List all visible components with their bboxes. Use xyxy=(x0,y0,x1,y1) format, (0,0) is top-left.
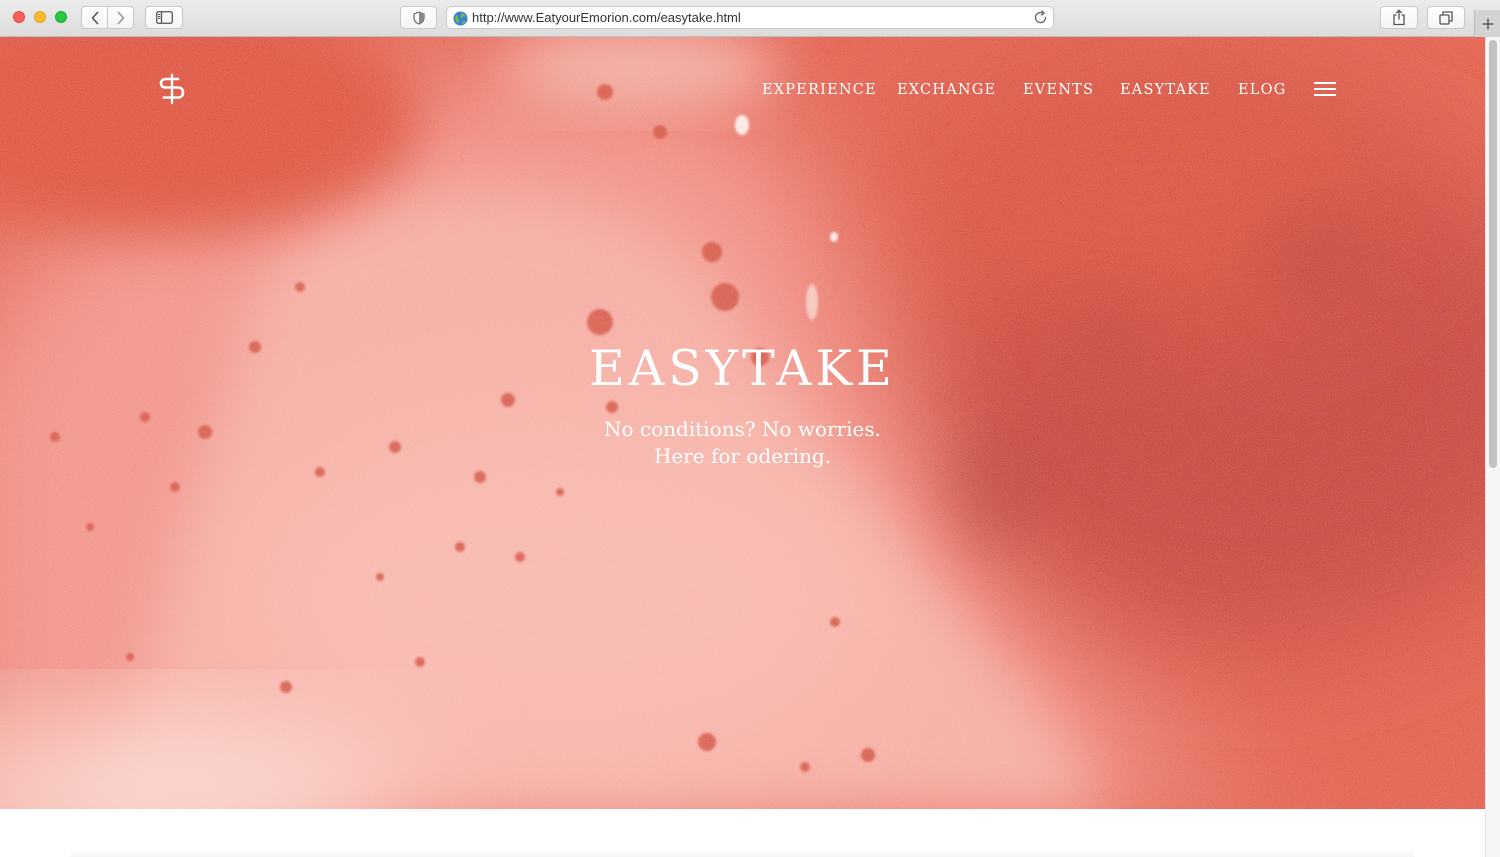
sidebar-toggle-button[interactable] xyxy=(145,6,183,29)
hamburger-line xyxy=(1314,82,1336,84)
below-fold-content xyxy=(0,809,1485,857)
back-button[interactable] xyxy=(81,6,108,29)
hero-subtitle-line-1: No conditions? No worries. xyxy=(604,417,881,441)
minimize-window-button[interactable] xyxy=(34,11,46,23)
hero-title: EASYTAKE xyxy=(589,340,896,397)
nav-item-elog[interactable]: ELOG xyxy=(1238,79,1286,101)
hamburger-line xyxy=(1314,88,1336,90)
hamburger-line xyxy=(1314,94,1336,96)
scrollbar-thumb[interactable] xyxy=(1489,40,1497,468)
browser-window: http://www.EatyourEmorion.com/easytake.h… xyxy=(0,0,1500,857)
tabs-overview-icon xyxy=(1439,10,1453,25)
main-nav: EXPERIENCE EXCHANGE EVENTS EASYTAKE ELOG xyxy=(0,79,1485,101)
globe-icon xyxy=(453,11,468,26)
share-icon xyxy=(1393,9,1405,26)
content-card-edge xyxy=(70,849,1415,857)
address-bar[interactable]: http://www.EatyourEmorion.com/easytake.h… xyxy=(446,6,1054,29)
hero-subtitle-line-2: Here for odering. xyxy=(653,444,832,468)
close-window-button[interactable] xyxy=(13,11,25,23)
chevron-left-icon xyxy=(91,11,98,24)
tab-overview-button[interactable] xyxy=(1427,6,1465,29)
nav-item-exchange[interactable]: EXCHANGE xyxy=(897,79,996,101)
chevron-right-icon xyxy=(117,11,124,24)
zoom-window-button[interactable] xyxy=(55,11,67,23)
hamburger-menu-icon[interactable] xyxy=(1314,81,1336,97)
sidebar-icon xyxy=(155,11,173,24)
page-scrollbar[interactable] xyxy=(1485,37,1500,857)
new-tab-button[interactable] xyxy=(1474,10,1500,37)
nav-item-events[interactable]: EVENTS xyxy=(1023,79,1094,101)
share-button[interactable] xyxy=(1380,6,1418,29)
hero-section: EXPERIENCE EXCHANGE EVENTS EASYTAKE ELOG… xyxy=(0,37,1485,809)
hero-subtitle: No conditions? No worries. Here for oder… xyxy=(0,416,1485,470)
browser-toolbar: http://www.EatyourEmorion.com/easytake.h… xyxy=(0,0,1500,37)
reload-icon[interactable] xyxy=(1033,10,1048,25)
url-text: http://www.EatyourEmorion.com/easytake.h… xyxy=(472,10,741,25)
nav-item-experience[interactable]: EXPERIENCE xyxy=(762,79,877,101)
shield-icon xyxy=(412,10,425,25)
plus-icon xyxy=(1482,18,1493,29)
forward-button[interactable] xyxy=(107,6,134,29)
nav-item-easytake[interactable]: EASYTAKE xyxy=(1120,79,1211,101)
privacy-report-button[interactable] xyxy=(400,6,437,29)
